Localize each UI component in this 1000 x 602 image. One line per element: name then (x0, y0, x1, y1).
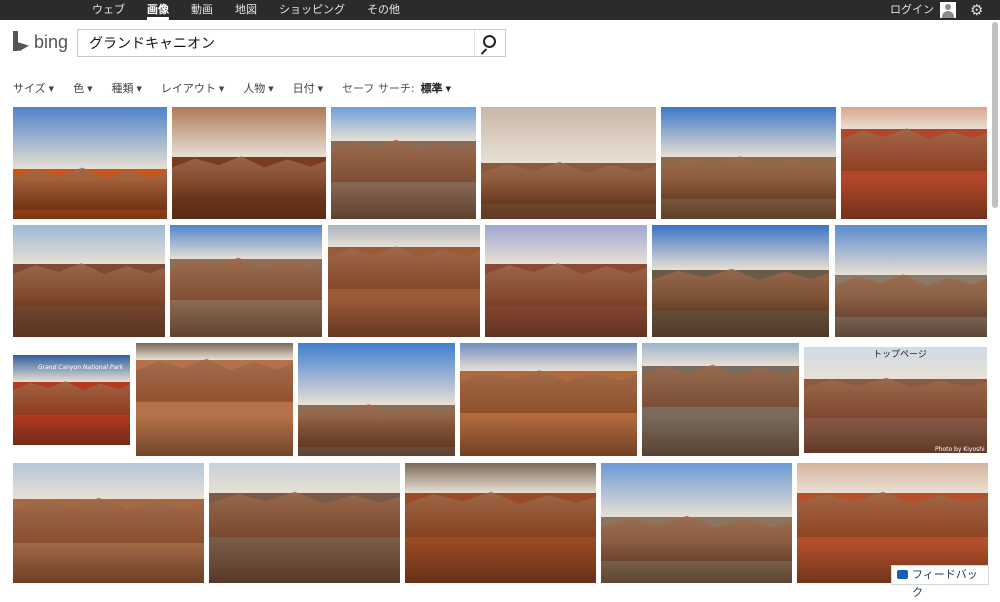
image-thumbnail[interactable] (136, 343, 293, 456)
image-thumbnail[interactable] (481, 107, 656, 219)
image-thumbnail[interactable] (13, 107, 167, 219)
image-thumbnail[interactable] (405, 463, 596, 583)
image-thumbnail[interactable] (209, 463, 400, 583)
image-thumbnail[interactable] (328, 225, 480, 337)
image-thumbnail[interactable] (485, 225, 647, 337)
image-thumbnail[interactable] (13, 225, 165, 337)
image-thumbnail[interactable] (13, 463, 204, 583)
image-thumbnail[interactable] (172, 107, 326, 219)
image-results-grid (0, 0, 1000, 587)
image-thumbnail[interactable] (601, 463, 792, 583)
image-card-title: Grand Canyon National Park (38, 364, 124, 371)
image-thumbnail[interactable] (804, 347, 987, 453)
scrollbar[interactable] (992, 22, 998, 208)
image-thumbnail[interactable] (841, 107, 987, 219)
image-photo-credit: Photo by Kiyoshi (935, 446, 985, 453)
image-thumbnail[interactable] (331, 107, 476, 219)
image-thumbnail[interactable] (661, 107, 836, 219)
image-thumbnail[interactable] (170, 225, 322, 337)
image-thumbnail[interactable] (642, 343, 799, 456)
image-overlay-text: トップページ (873, 350, 927, 360)
image-thumbnail[interactable] (652, 225, 829, 337)
image-thumbnail[interactable] (835, 225, 987, 337)
image-thumbnail[interactable] (460, 343, 637, 456)
feedback-button[interactable]: フィードバック (891, 565, 989, 599)
image-thumbnail[interactable] (298, 343, 455, 456)
feedback-icon (897, 570, 908, 579)
feedback-label: フィードバック (912, 568, 978, 599)
